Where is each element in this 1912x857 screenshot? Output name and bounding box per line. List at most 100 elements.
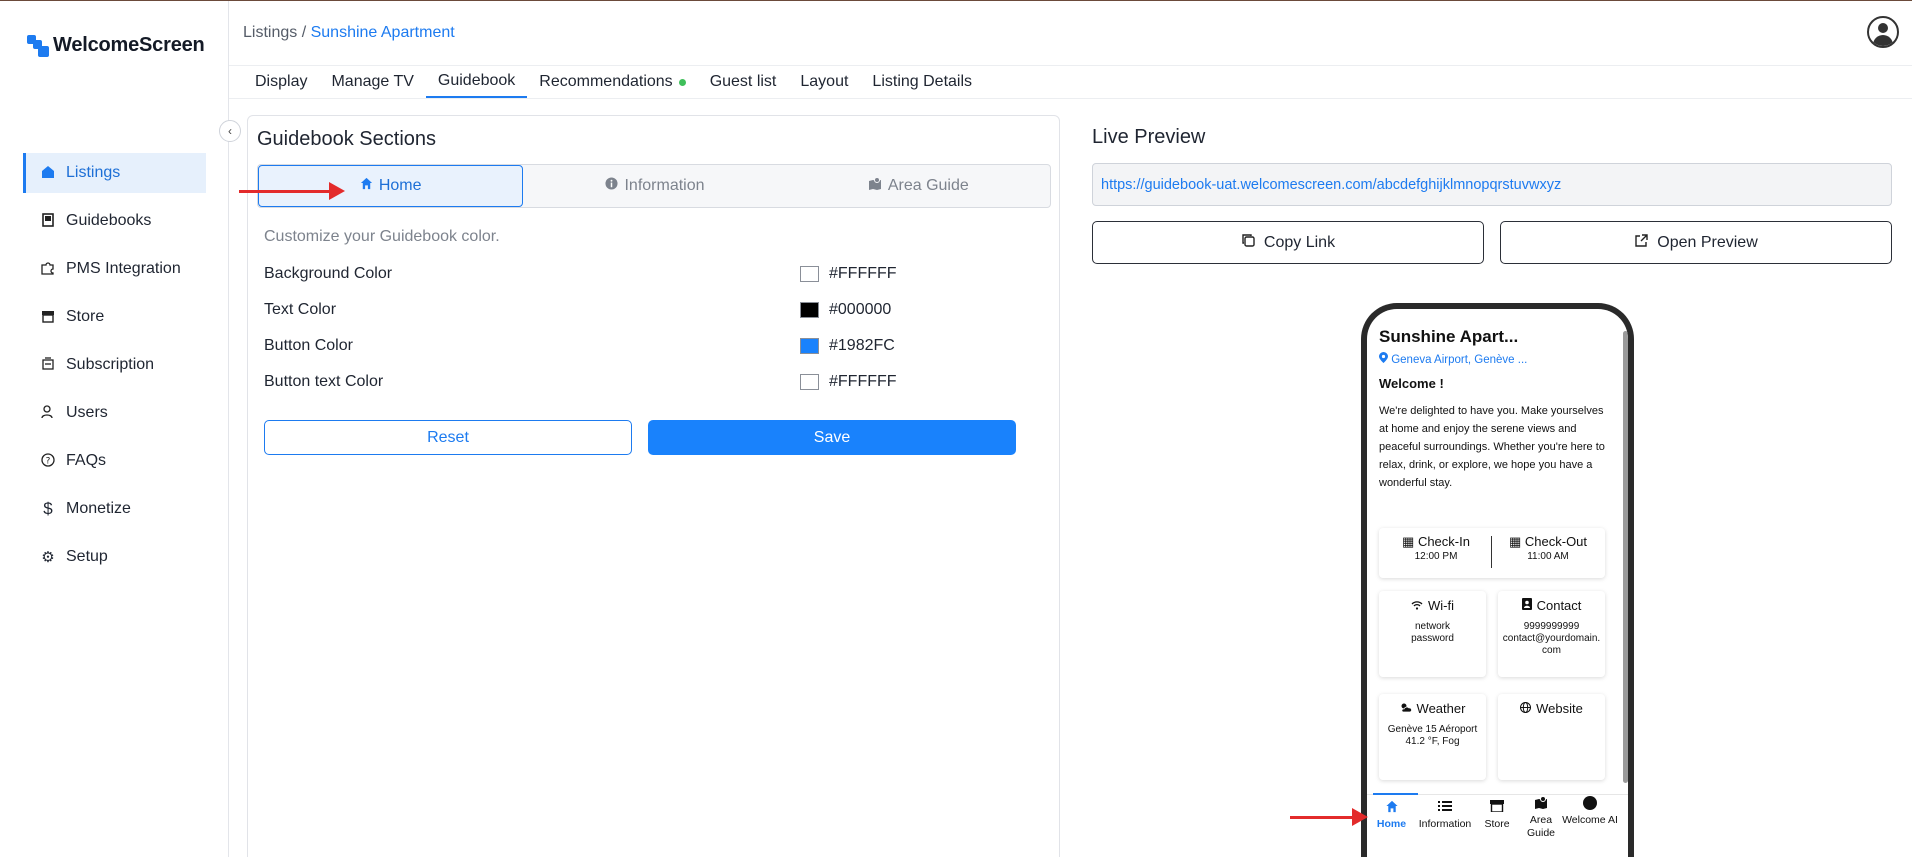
section-home[interactable]: Home	[258, 165, 524, 207]
color-swatch[interactable]	[800, 266, 819, 282]
subscription-icon	[40, 356, 56, 374]
annotation-arrow-section	[239, 182, 345, 200]
tab-label: Manage TV	[331, 73, 414, 90]
map-icon	[868, 177, 882, 195]
color-hex-value[interactable]: #000000	[829, 301, 891, 319]
collapse-sidebar-button[interactable]: ‹	[219, 120, 241, 142]
active-tab-indicator	[1373, 793, 1418, 795]
status-dot	[678, 78, 686, 86]
color-hex-value[interactable]: #FFFFFF	[829, 265, 897, 283]
phone-welcome-message: We're delighted to have you. Make yourse…	[1379, 405, 1605, 489]
phone-tab-information[interactable]: Information	[1416, 795, 1474, 857]
svg-text:?: ?	[46, 456, 51, 466]
section-information[interactable]: Information	[523, 165, 786, 207]
calendar-icon: ▦	[1402, 534, 1415, 549]
sidebar-item-users[interactable]: Users	[23, 393, 206, 433]
color-swatch[interactable]	[800, 374, 819, 390]
check-divider	[1491, 536, 1492, 568]
sidebar-item-label: Subscription	[66, 356, 155, 373]
home-icon	[1367, 800, 1416, 818]
home-icon	[40, 165, 56, 182]
breadcrumb: Listings / Sunshine Apartment	[243, 24, 455, 42]
color-swatch[interactable]	[800, 338, 819, 354]
sidebar-item-subscription[interactable]: Subscription	[23, 345, 206, 385]
tab-guest-list[interactable]: Guest list	[698, 68, 789, 98]
checkout-block: ▦ Check-Out 11:00 AM	[1493, 534, 1603, 562]
sidebar-item-faqs[interactable]: ? FAQs	[23, 441, 206, 481]
color-hex-value[interactable]: #FFFFFF	[829, 373, 897, 391]
open-preview-button[interactable]: Open Preview	[1500, 221, 1892, 264]
phone-location[interactable]: Geneva Airport, Genève ...	[1379, 352, 1527, 366]
phone-tab-label: Information	[1418, 818, 1472, 830]
weather-place: Genève 15 Aéroport	[1387, 724, 1478, 735]
wifi-network: network	[1414, 621, 1450, 632]
color-label: Button Color	[264, 337, 353, 354]
phone-location-text: Geneva Airport, Genève ...	[1391, 354, 1528, 366]
sidebar-item-label: Guidebooks	[66, 212, 152, 229]
avatar-body	[1873, 35, 1893, 46]
sidebar-item-guidebooks[interactable]: Guidebooks	[23, 201, 206, 241]
tab-layout[interactable]: Layout	[788, 68, 860, 98]
info-icon	[605, 177, 619, 195]
sidebar-item-setup[interactable]: ⚙ Setup	[23, 537, 206, 577]
tab-label: Guest list	[709, 73, 777, 90]
wifi-password: password	[1411, 633, 1454, 644]
color-row-background: Background Color #FFFFFF	[264, 263, 1054, 285]
user-icon	[40, 404, 56, 422]
contact-card[interactable]: Contact 9999999999 contact@yourdomain.com	[1498, 591, 1605, 677]
store-icon	[1474, 800, 1520, 818]
contact-email: contact@yourdomain.com	[1502, 633, 1601, 656]
sidebar-item-listings[interactable]: Listings	[23, 153, 206, 193]
weather-card[interactable]: Weather Genève 15 Aéroport 41.2 °F, Fog	[1379, 694, 1486, 780]
avatar[interactable]	[1867, 16, 1899, 48]
wifi-card[interactable]: Wi-fi network password	[1379, 591, 1486, 677]
tab-recommendations[interactable]: Recommendations	[527, 68, 697, 98]
logo[interactable]: WelcomeScreen	[27, 34, 205, 57]
sidebar-item-monetize[interactable]: $ Monetize	[23, 489, 206, 529]
tab-listing-details[interactable]: Listing Details	[860, 68, 984, 98]
ai-avatar-icon	[1562, 796, 1618, 814]
logo-mark-icon	[27, 34, 49, 57]
listing-tabs: Display Manage TV Guidebook Recommendati…	[243, 68, 984, 98]
section-area-guide[interactable]: Area Guide	[787, 165, 1050, 207]
color-label: Button text Color	[264, 373, 384, 390]
website-card[interactable]: Website	[1498, 694, 1605, 780]
tab-display[interactable]: Display	[243, 68, 319, 98]
phone-tab-label: Home	[1376, 818, 1407, 830]
map-icon	[1520, 796, 1562, 814]
copy-link-button[interactable]: Copy Link	[1092, 221, 1484, 264]
color-hex-value[interactable]: #1982FC	[829, 337, 895, 355]
phone-tab-welcome-ai[interactable]: Welcome AI	[1562, 795, 1618, 857]
color-swatch[interactable]	[800, 302, 819, 318]
preview-url-field[interactable]: https://guidebook-uat.welcomescreen.com/…	[1092, 163, 1892, 206]
phone-tab-store[interactable]: Store	[1474, 795, 1520, 857]
reset-button[interactable]: Reset	[264, 420, 632, 455]
sidebar-item-label: Monetize	[66, 500, 131, 517]
question-icon: ?	[40, 452, 56, 470]
sidebar-nav: Listings Guidebooks PMS Integration Stor…	[23, 153, 206, 585]
section-switcher: Home Information Area Guide	[257, 164, 1051, 208]
color-label: Background Color	[264, 265, 393, 282]
sidebar-item-label: Store	[66, 308, 105, 325]
phone-tab-home[interactable]: Home	[1367, 795, 1416, 857]
breadcrumb-current[interactable]: Sunshine Apartment	[311, 24, 455, 41]
sidebar-item-store[interactable]: Store	[23, 297, 206, 337]
calendar-icon: ▦	[1508, 534, 1522, 549]
tab-manage-tv[interactable]: Manage TV	[319, 68, 425, 98]
checkout-time: 11:00 AM	[1527, 551, 1569, 562]
phone-scrollbar[interactable]	[1623, 331, 1628, 783]
website-label: Website	[1536, 701, 1583, 716]
tab-label: Listing Details	[872, 73, 973, 90]
weather-icon	[1400, 701, 1412, 716]
external-link-icon	[1634, 233, 1649, 253]
sidebar-item-label: Listings	[66, 164, 121, 181]
header-divider	[229, 65, 1912, 66]
store-icon	[40, 309, 56, 326]
phone-tab-area-guide[interactable]: Area Guide	[1520, 795, 1562, 857]
phone-tab-label: Store	[1484, 818, 1510, 830]
color-label: Text Color	[264, 301, 337, 318]
tab-guidebook[interactable]: Guidebook	[425, 68, 528, 98]
save-button[interactable]: Save	[648, 420, 1016, 455]
sidebar-item-pms-integration[interactable]: PMS Integration	[23, 249, 206, 289]
breadcrumb-root[interactable]: Listings	[243, 24, 297, 41]
